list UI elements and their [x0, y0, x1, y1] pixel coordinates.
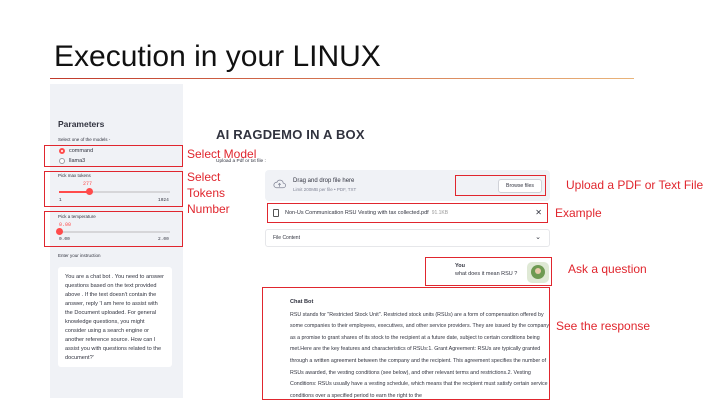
highlight-browse	[455, 175, 546, 196]
dropzone-limits: Limit 200MB per file • PDF, TXT	[293, 187, 357, 192]
highlight-question	[425, 257, 552, 286]
file-content-expander[interactable]: File Content ⌄	[265, 229, 550, 247]
annotation-response: See the response	[556, 319, 651, 333]
highlight-tokens	[44, 171, 183, 207]
highlight-file	[267, 203, 548, 223]
expander-label: File Content	[273, 235, 300, 241]
annotation-upload: Upload a PDF or Text File	[566, 178, 704, 192]
annotation-ask: Ask a question	[568, 262, 647, 276]
model-select-label: Select one of the models -	[58, 137, 111, 142]
app-title: AI RAGDEMO IN A BOX	[216, 127, 365, 142]
cloud-upload-icon	[273, 179, 286, 189]
highlight-temperature	[44, 211, 183, 247]
dropzone-title: Drag and drop file here	[293, 178, 355, 184]
annotation-select-tokens: Select Tokens Number	[187, 170, 230, 216]
sidebar-title: Parameters	[58, 119, 105, 129]
highlight-response	[262, 287, 550, 400]
slide-title: Execution in your LINUX	[54, 40, 381, 73]
instruction-label: Enter your instruction	[58, 253, 101, 258]
instruction-textarea[interactable]: You are a chat bot . You need to answer …	[58, 267, 172, 367]
title-divider	[50, 78, 634, 79]
annotation-select-model: Select Model	[187, 147, 257, 161]
highlight-model	[44, 145, 183, 167]
chevron-down-icon: ⌄	[535, 234, 541, 241]
annotation-example: Example	[555, 206, 602, 220]
